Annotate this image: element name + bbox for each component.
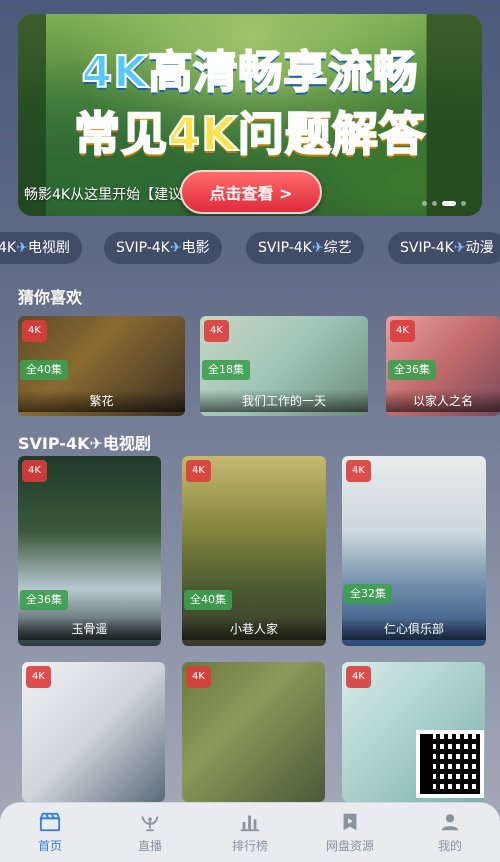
card-title: 我们工作的一天	[200, 390, 368, 412]
nav-profile[interactable]: 我的	[400, 803, 500, 862]
view-button[interactable]: 点击查看 >	[180, 170, 322, 214]
nav-label: 首页	[37, 839, 62, 853]
nav-label: 网盘资源	[325, 839, 374, 853]
qr-code	[416, 730, 484, 798]
nav-cloud[interactable]: 网盘资源	[300, 803, 400, 862]
episode-badge: 全40集	[184, 590, 232, 610]
nav-label: 直播	[137, 839, 162, 853]
card-title: 以家人之名	[386, 390, 500, 412]
card-title: 仁心俱乐部	[342, 618, 486, 640]
tv-card[interactable]: 4K 全40集 小巷人家	[182, 456, 326, 646]
chip-suffix: 电影	[181, 240, 210, 256]
category-chips: 4K✈电视剧 SVIP-4K✈电影 SVIP-4K✈综艺 SVIP-4K✈动漫	[0, 232, 500, 266]
episode-badge: 全18集	[202, 360, 250, 380]
episode-badge: 全40集	[20, 360, 68, 380]
clapperboard-icon	[39, 812, 61, 832]
bottom-nav: 首页 直播 排行榜 网盘资源 我的	[0, 802, 500, 862]
nav-label: 排行榜	[231, 839, 268, 853]
chip-suffix: 电视剧	[27, 240, 70, 256]
4k-badge: 4K	[26, 666, 51, 688]
section-title-guess: 猜你喜欢	[18, 288, 83, 307]
4k-badge: 4K	[22, 460, 47, 482]
play-tag-icon	[343, 813, 357, 831]
bar-chart-icon	[240, 815, 260, 832]
nav-label: 我的	[437, 839, 462, 853]
banner-caption: 畅影4K从这里开始【建议先	[24, 187, 197, 203]
tv-card[interactable]: 4K 全36集 玉骨遥	[18, 456, 161, 646]
card-title: 玉骨遥	[18, 618, 161, 640]
chip-label: SVIP-4K	[116, 240, 170, 256]
rocket-icon: ✈	[16, 240, 28, 256]
rocket-icon: ✈	[169, 240, 182, 256]
nav-live[interactable]: 直播	[100, 803, 200, 862]
satellite-icon	[141, 816, 159, 832]
carousel-indicator	[422, 201, 466, 206]
rocket-icon: ✈	[453, 240, 466, 256]
tv-card[interactable]: 4K	[22, 662, 165, 802]
chip-movie[interactable]: SVIP-4K✈电影	[104, 232, 222, 264]
chip-label: 4K	[0, 240, 17, 256]
chip-label: SVIP-4K	[400, 240, 454, 256]
4k-badge: 4K	[186, 460, 211, 482]
carousel-dot	[432, 201, 437, 206]
guess-card[interactable]: 4K 全36集 以家人之名	[386, 316, 500, 416]
4k-badge: 4K	[346, 666, 371, 688]
carousel-dot	[461, 201, 466, 206]
4k-badge: 4K	[186, 666, 211, 688]
tv-card[interactable]: 4K	[182, 662, 325, 802]
episode-badge: 全32集	[344, 584, 392, 604]
4k-badge: 4K	[390, 320, 415, 342]
promo-banner[interactable]: 4K高清畅享流畅 常见4K问题解答 畅影4K从这里开始【建议先 点击查看 >	[18, 14, 482, 216]
episode-badge: 全36集	[388, 360, 436, 380]
chip-tv[interactable]: 4K✈电视剧	[0, 232, 82, 264]
4k-badge: 4K	[346, 460, 371, 482]
4k-badge: 4K	[22, 320, 47, 342]
card-title: 繁花	[18, 390, 185, 412]
chip-suffix: 综艺	[323, 240, 352, 256]
chip-anime[interactable]: SVIP-4K✈动漫	[388, 232, 500, 264]
user-icon	[441, 814, 459, 831]
guess-card[interactable]: 4K 全18集 我们工作的一天	[200, 316, 368, 416]
tv-card[interactable]: 4K 全32集 仁心俱乐部	[342, 456, 486, 646]
banner-subheadline: 常见4K问题解答	[73, 106, 426, 162]
chip-suffix: 动漫	[465, 240, 494, 256]
nav-home[interactable]: 首页	[0, 803, 100, 862]
guess-card[interactable]: 4K 全40集 繁花	[18, 316, 185, 416]
carousel-dot-active	[442, 201, 456, 206]
nav-ranking[interactable]: 排行榜	[200, 803, 300, 862]
4k-badge: 4K	[204, 320, 229, 342]
section-title-tv: SVIP-4K✈电视剧	[18, 434, 151, 453]
banner-headline: 4K高清畅享流畅	[81, 46, 419, 99]
chip-label: SVIP-4K	[258, 240, 312, 256]
carousel-dot	[422, 201, 427, 206]
rocket-icon: ✈	[311, 240, 324, 256]
episode-badge: 全36集	[20, 590, 68, 610]
card-title: 小巷人家	[182, 618, 326, 640]
chip-variety[interactable]: SVIP-4K✈综艺	[246, 232, 364, 264]
